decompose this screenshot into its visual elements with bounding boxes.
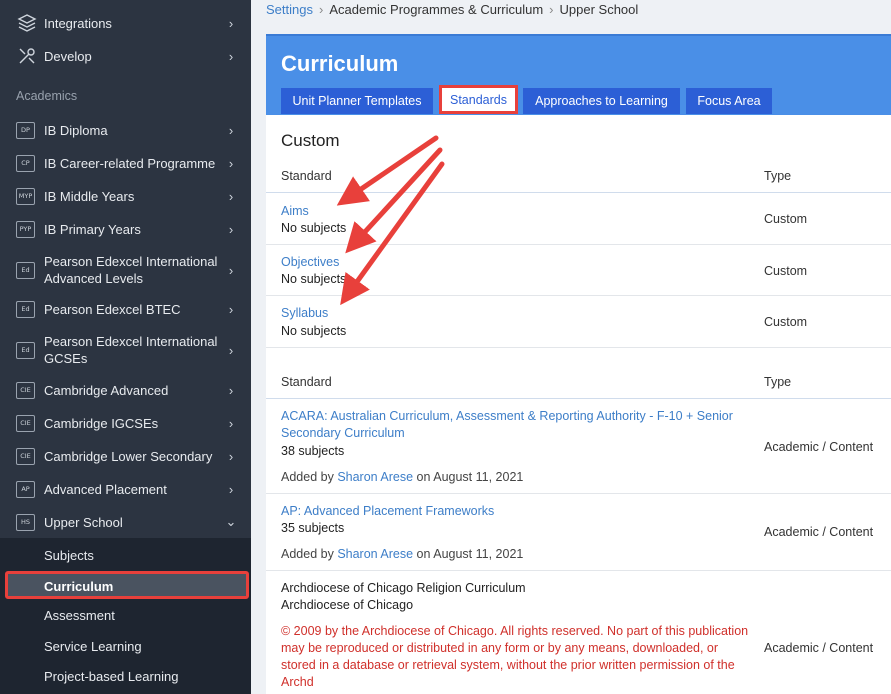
- author-link[interactable]: Sharon Arese: [337, 547, 413, 561]
- chevron-right-icon: ›: [228, 481, 234, 497]
- column-header-standard: Standard: [281, 375, 332, 389]
- chevron-right-icon: ›: [228, 342, 234, 358]
- type-cell: Academic / Content: [764, 641, 874, 655]
- cie-badge-icon: CIE: [16, 414, 35, 432]
- column-header-type: Type: [764, 375, 792, 389]
- copyright-notice: © 2009 by the Archdiocese of Chicago. Al…: [281, 624, 749, 689]
- divider: [266, 347, 891, 348]
- standard-link-aims[interactable]: Aims: [281, 204, 309, 218]
- sidebar-item-pearson-ial[interactable]: Ed Pearson Edexcel International Advance…: [0, 253, 251, 287]
- hs-badge-icon: HS: [16, 513, 35, 531]
- breadcrumb-separator: ›: [549, 2, 554, 17]
- standard-link-objectives[interactable]: Objectives: [281, 255, 339, 269]
- tab-unit-planner-templates[interactable]: Unit Planner Templates: [281, 88, 433, 114]
- tab-standards[interactable]: Standards: [439, 85, 518, 114]
- breadcrumb-current: Upper School: [559, 2, 639, 17]
- chevron-right-icon: ›: [228, 415, 234, 431]
- chevron-right-icon: ›: [228, 155, 234, 171]
- sidebar-item-pearson-btec[interactable]: Ed Pearson Edexcel BTEC ›: [0, 299, 251, 319]
- sidebar-item-pearson-igcse[interactable]: Ed Pearson Edexcel International GCSEs ›: [0, 333, 251, 367]
- ap-badge-icon: AP: [16, 480, 35, 498]
- cp-badge-icon: CP: [16, 154, 35, 172]
- sidebar-item-advanced-placement[interactable]: AP Advanced Placement ›: [0, 479, 251, 499]
- section-heading-academics: Academics: [16, 89, 78, 103]
- pyp-badge-icon: PYP: [16, 220, 35, 238]
- standard-link-ap[interactable]: AP: Advanced Placement Frameworks: [281, 504, 494, 518]
- chevron-right-icon: ›: [228, 221, 234, 237]
- sidebar-item-cambridge-igcse[interactable]: CIE Cambridge IGCSEs ›: [0, 413, 251, 433]
- submenu-item-subjects[interactable]: Subjects: [44, 548, 94, 563]
- ed-badge-icon: Ed: [16, 300, 35, 318]
- breadcrumb: Settings › Academic Programmes & Curricu…: [266, 2, 638, 17]
- chevron-right-icon: ›: [228, 48, 234, 64]
- standard-link-acara[interactable]: ACARA: Australian Curriculum, Assessment…: [281, 408, 751, 442]
- chevron-right-icon: ›: [228, 301, 234, 317]
- dp-badge-icon: DP: [16, 121, 35, 139]
- sidebar-item-integrations[interactable]: Integrations ›: [0, 12, 251, 34]
- cie-badge-icon: CIE: [16, 447, 35, 465]
- sidebar-item-ib-myp[interactable]: MYP IB Middle Years ›: [0, 186, 251, 206]
- submenu-item-project-based-learning[interactable]: Project-based Learning: [44, 669, 178, 684]
- page-title: Curriculum: [281, 51, 399, 76]
- submenu-item-assessment[interactable]: Assessment: [44, 608, 115, 623]
- publisher-name: Archdiocese of Chicago: [281, 598, 414, 612]
- divider: [266, 244, 891, 245]
- sidebar-item-ib-pyp[interactable]: PYP IB Primary Years ›: [0, 219, 251, 239]
- tab-approaches-to-learning[interactable]: Approaches to Learning: [523, 88, 680, 114]
- submenu-item-curriculum[interactable]: Curriculum: [5, 571, 249, 599]
- column-header-type: Type: [764, 169, 792, 183]
- type-cell: Academic / Content: [764, 440, 874, 454]
- added-by-line: Added by Sharon Arese on August 11, 2021: [281, 470, 524, 484]
- sidebar-item-develop[interactable]: Develop ›: [0, 45, 251, 67]
- cie-badge-icon: CIE: [16, 381, 35, 399]
- submenu-item-service-learning[interactable]: Service Learning: [44, 639, 142, 654]
- subject-count: No subjects: [281, 221, 347, 235]
- standard-name-archdiocese[interactable]: Archdiocese of Chicago Religion Curricul…: [281, 581, 526, 595]
- subject-count: 35 subjects: [281, 521, 345, 535]
- chevron-right-icon: ›: [228, 382, 234, 398]
- subject-count: No subjects: [281, 272, 347, 286]
- divider: [266, 192, 891, 193]
- chevron-right-icon: ›: [228, 262, 234, 278]
- divider: [266, 398, 891, 399]
- sidebar: Integrations › Develop › Academics DP IB…: [0, 0, 251, 694]
- type-cell: Academic / Content: [764, 525, 874, 539]
- sidebar-item-upper-school[interactable]: HS Upper School ⌄: [0, 512, 251, 532]
- sidebar-item-ib-diploma[interactable]: DP IB Diploma ›: [0, 120, 251, 140]
- chevron-right-icon: ›: [228, 448, 234, 464]
- chevron-right-icon: ›: [228, 188, 234, 204]
- breadcrumb-settings[interactable]: Settings: [266, 2, 313, 17]
- subject-count: No subjects: [281, 324, 347, 338]
- column-header-standard: Standard: [281, 169, 332, 183]
- curriculum-panel: Curriculum Unit Planner Templates Standa…: [266, 34, 891, 694]
- chevron-down-icon: ⌄: [225, 514, 237, 529]
- layers-icon: [16, 12, 38, 34]
- ed-badge-icon: Ed: [16, 341, 35, 359]
- author-link[interactable]: Sharon Arese: [337, 470, 413, 484]
- breadcrumb-academic-programmes[interactable]: Academic Programmes & Curriculum: [329, 2, 543, 17]
- sidebar-item-cambridge-lower-secondary[interactable]: CIE Cambridge Lower Secondary ›: [0, 446, 251, 466]
- type-cell: Custom: [764, 315, 808, 329]
- type-cell: Custom: [764, 264, 808, 278]
- subject-count: 38 subjects: [281, 444, 345, 458]
- added-by-line: Added by Sharon Arese on August 11, 2021: [281, 547, 524, 561]
- standard-link-syllabus[interactable]: Syllabus: [281, 306, 328, 320]
- type-cell: Custom: [764, 212, 808, 226]
- tools-icon: [16, 45, 38, 67]
- chevron-right-icon: ›: [228, 15, 234, 31]
- divider: [266, 570, 891, 571]
- sidebar-item-cambridge-advanced[interactable]: CIE Cambridge Advanced ›: [0, 380, 251, 400]
- divider: [266, 295, 891, 296]
- myp-badge-icon: MYP: [16, 187, 35, 205]
- breadcrumb-separator: ›: [318, 2, 324, 17]
- sidebar-item-ib-career[interactable]: CP IB Career-related Programme ›: [0, 153, 251, 173]
- section-heading-custom: Custom: [281, 131, 340, 150]
- ed-badge-icon: Ed: [16, 261, 35, 279]
- tab-focus-area[interactable]: Focus Area: [686, 88, 772, 114]
- chevron-right-icon: ›: [228, 122, 234, 138]
- divider: [266, 493, 891, 494]
- upper-school-submenu: Subjects Assessment Service Learning Pro…: [0, 538, 251, 694]
